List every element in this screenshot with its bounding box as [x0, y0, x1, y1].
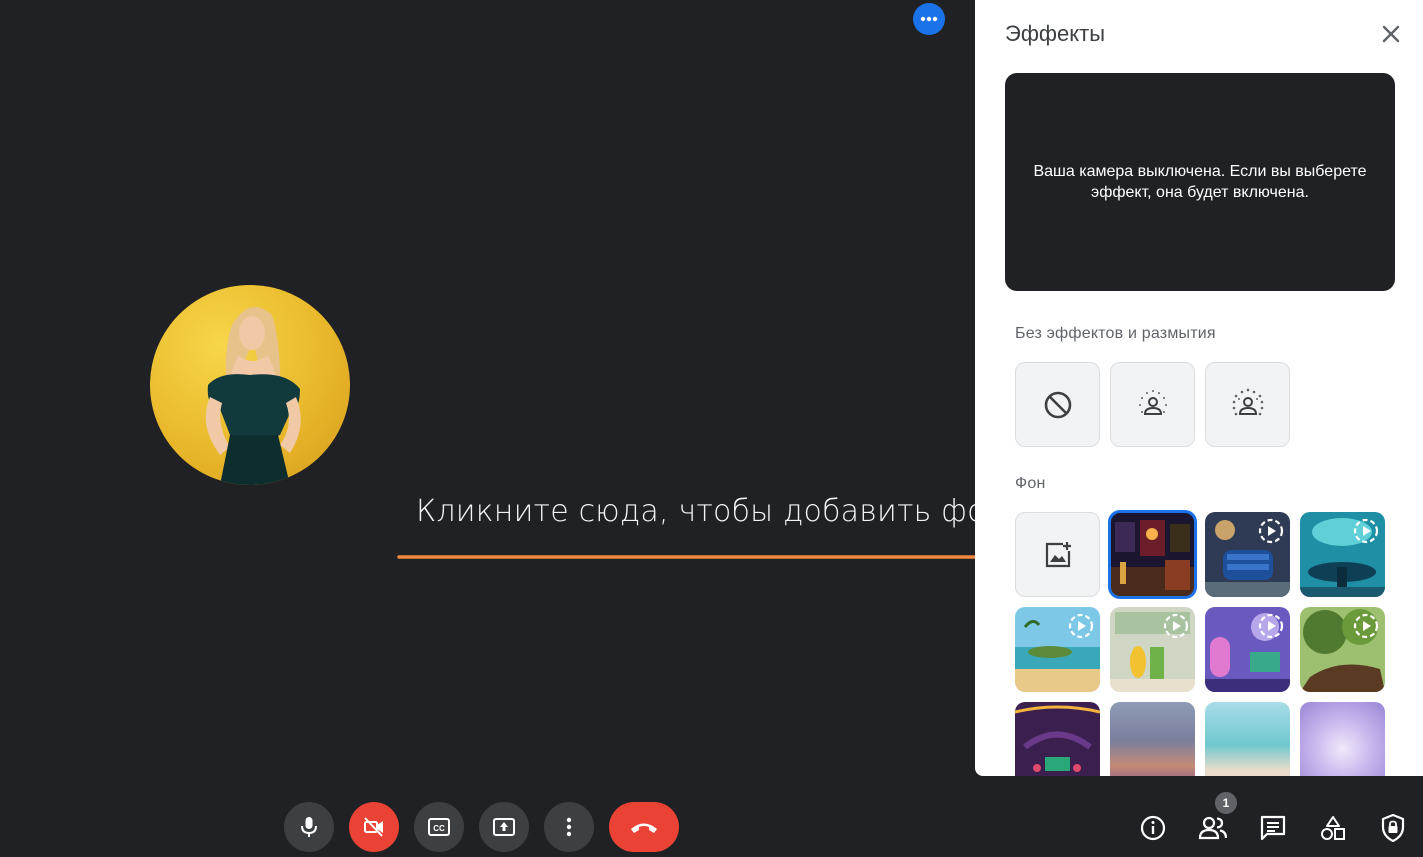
more-vert-button[interactable] [544, 802, 594, 852]
background-tile-space-chair[interactable] [1205, 512, 1290, 597]
more-options-button[interactable] [913, 3, 945, 35]
background-tile-cafe[interactable] [1108, 510, 1197, 599]
hang-up-icon [631, 823, 657, 833]
present-button[interactable] [479, 802, 529, 852]
animated-play-icon [1068, 613, 1094, 639]
annotation-text: Кликните сюда, чтобы добавить фон [416, 494, 1006, 529]
camera-off-icon [364, 817, 383, 837]
animated-play-icon [1258, 518, 1284, 544]
svg-text:CC: CC [433, 824, 445, 833]
no-effect-tile[interactable] [1015, 362, 1100, 447]
add-photo-icon [1045, 541, 1071, 567]
background-tile-sea[interactable] [1205, 702, 1290, 776]
background-tile-beach-island[interactable] [1015, 607, 1100, 692]
hang-up-button[interactable] [609, 802, 679, 852]
party-thumbnail [1015, 702, 1100, 776]
activities-button[interactable] [1313, 808, 1353, 848]
background-tile-classroom[interactable] [1110, 607, 1195, 692]
upload-background-tile[interactable] [1015, 512, 1100, 597]
more-horiz-icon [920, 16, 938, 22]
chat-button[interactable] [1253, 808, 1293, 848]
sunset-gradient-thumbnail [1110, 702, 1195, 776]
mic-button[interactable] [284, 802, 334, 852]
background-tile-forest[interactable] [1300, 607, 1385, 692]
cafe-background-thumbnail [1110, 512, 1195, 597]
close-icon [1382, 25, 1400, 43]
blur-strong-icon [1232, 388, 1263, 415]
animated-play-icon [1353, 613, 1379, 639]
lock-icon [1381, 814, 1405, 842]
meeting-info-button[interactable] [1133, 808, 1173, 848]
camera-preview: Ваша камера выключена. Если вы выберете … [1005, 73, 1395, 291]
full-blur-tile[interactable] [1205, 362, 1290, 447]
background-tile-party[interactable] [1015, 702, 1100, 776]
camera-toggle-button[interactable] [349, 802, 399, 852]
close-panel-button[interactable] [1375, 18, 1407, 50]
background-tile-clouds[interactable] [1300, 702, 1385, 776]
background-tile-underwater[interactable] [1300, 512, 1385, 597]
chat-icon [1260, 815, 1286, 841]
participant-avatar [150, 285, 350, 485]
main-stage: Кликните сюда, чтобы добавить фон [0, 0, 1025, 790]
slight-blur-tile[interactable] [1110, 362, 1195, 447]
sea-thumbnail [1205, 702, 1290, 776]
preview-message: Ваша камера выключена. Если вы выберете … [1033, 163, 1367, 201]
animated-play-icon [1163, 613, 1189, 639]
panel-title: Эффекты [1005, 21, 1106, 46]
block-icon [1044, 391, 1071, 418]
background-tile-sunset-gradient[interactable] [1110, 702, 1195, 776]
more-vert-icon [566, 817, 572, 837]
activities-icon [1321, 816, 1345, 840]
animated-play-icon [1258, 613, 1284, 639]
avatar-photo [205, 307, 301, 485]
section-label-background: Фон [1015, 475, 1046, 492]
section-label-blur: Без эффектов и размытия [1015, 325, 1216, 342]
captions-icon: CC [428, 818, 450, 836]
info-icon [1140, 815, 1166, 841]
effects-panel: Эффекты Ваша камера выключена. Если вы в… [975, 0, 1423, 776]
animated-play-icon [1353, 518, 1379, 544]
background-tile-purple-room[interactable] [1205, 607, 1290, 692]
blur-light-icon [1138, 389, 1167, 415]
clouds-thumbnail [1300, 702, 1385, 776]
people-icon [1198, 816, 1228, 840]
mic-icon [301, 817, 317, 837]
annotation-arrow [397, 548, 1025, 566]
present-icon [493, 818, 515, 836]
people-count-badge: 1 [1213, 790, 1239, 816]
captions-button[interactable]: CC [414, 802, 464, 852]
host-controls-button[interactable] [1373, 808, 1413, 848]
